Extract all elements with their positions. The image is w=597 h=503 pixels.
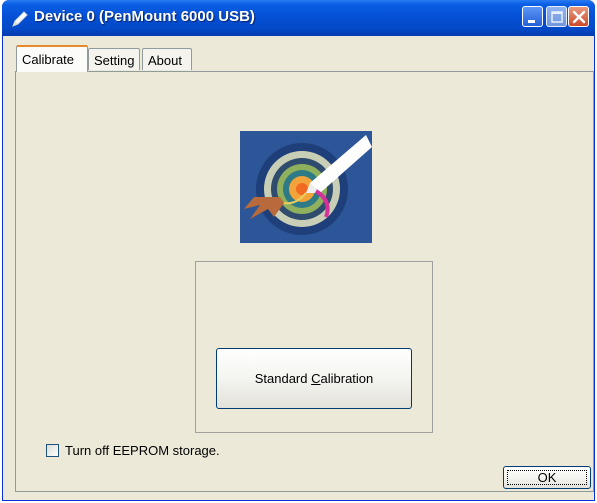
tab-setting[interactable]: Setting: [88, 48, 140, 70]
maximize-icon: [551, 11, 563, 23]
window-title: Device 0 (PenMount 6000 USB): [34, 8, 255, 25]
tab-calibrate[interactable]: Calibrate: [16, 45, 88, 72]
calibrate-panel: Standard Calibration Turn off EEPROM sto…: [15, 71, 594, 492]
tab-about-label: About: [148, 53, 182, 68]
close-button[interactable]: [568, 6, 589, 27]
pen-icon: [12, 11, 28, 27]
device-window: Device 0 (PenMount 6000 USB) Calibrate S…: [2, 0, 595, 501]
eeprom-checkbox-label[interactable]: Turn off EEPROM storage.: [65, 443, 220, 458]
tab-about[interactable]: About: [142, 48, 192, 70]
calibration-target-icon: [240, 131, 372, 243]
dialog-content: Calibrate Setting About Standard Calibra…: [6, 36, 594, 498]
minimize-icon: [528, 20, 535, 23]
ok-button-label: OK: [537, 470, 557, 485]
close-icon: [572, 10, 586, 24]
minimize-button[interactable]: [522, 6, 543, 27]
tab-calibrate-label: Calibrate: [22, 52, 75, 67]
tab-setting-label: Setting: [94, 53, 135, 68]
standard-calibration-button[interactable]: Standard Calibration: [216, 348, 412, 409]
maximize-button[interactable]: [546, 6, 567, 27]
ok-button[interactable]: OK: [503, 466, 591, 489]
eeprom-checkbox[interactable]: [46, 444, 59, 457]
title-bar[interactable]: Device 0 (PenMount 6000 USB): [2, 0, 595, 36]
standard-calibration-label: Standard Calibration: [254, 371, 374, 386]
